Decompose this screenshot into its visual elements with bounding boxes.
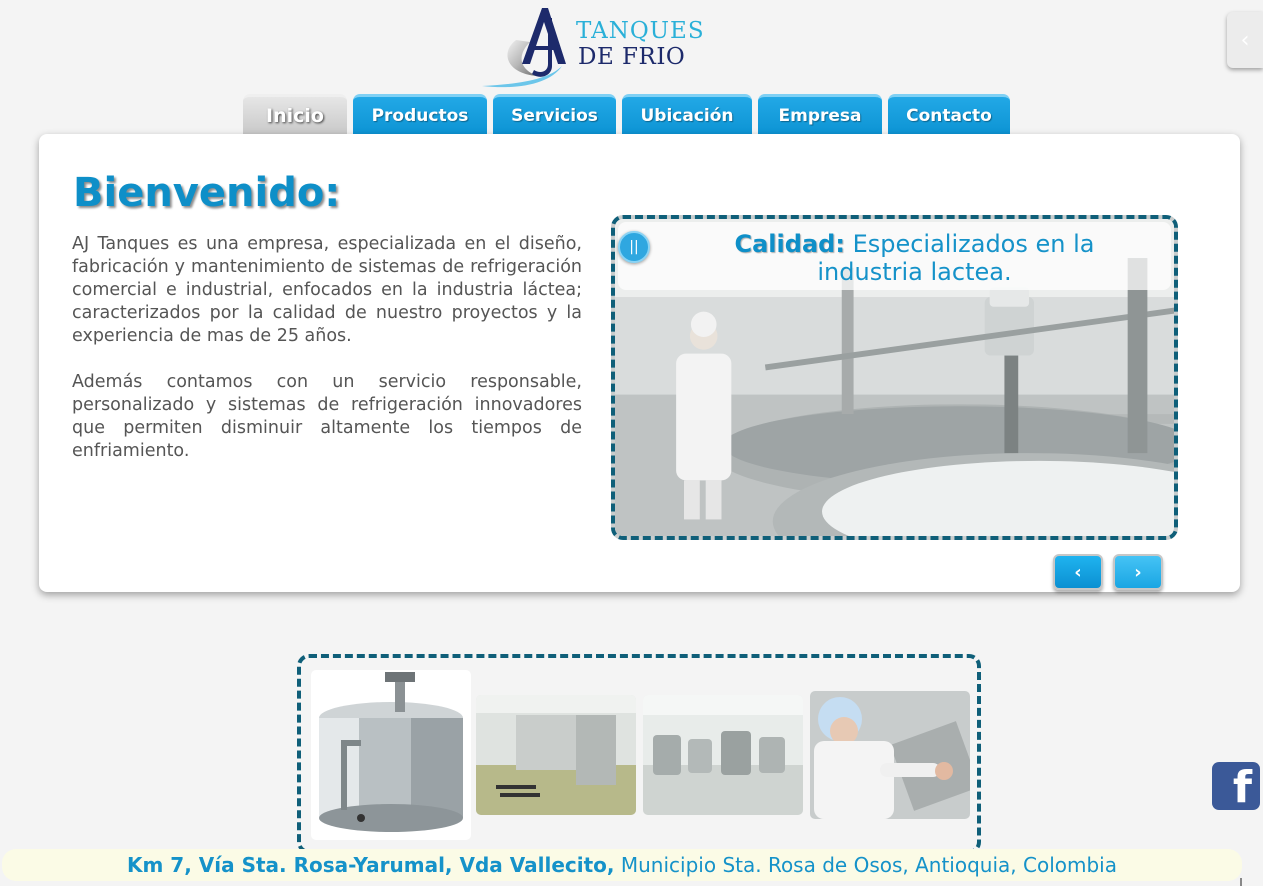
gallery-thumb-cold-room[interactable]: [476, 695, 636, 815]
resize-corner: [1240, 878, 1248, 886]
gallery-thumb-worker[interactable]: [810, 691, 970, 819]
tab-contacto[interactable]: Contacto: [888, 94, 1010, 134]
product-gallery: [297, 654, 981, 854]
intro-paragraph-1: AJ Tanques es una empresa, especializada…: [72, 234, 582, 346]
facebook-icon: f: [1232, 762, 1252, 810]
chevron-right-icon: ›: [1134, 561, 1142, 583]
brand-logo[interactable]: TANQUES DE FRIO: [478, 4, 708, 92]
chevron-left-icon: ‹: [1074, 561, 1082, 583]
chevron-left-icon: ‹: [1240, 27, 1250, 53]
address-bold: Km 7, Vía Sta. Rosa-Yarumal, Vda Valleci…: [127, 853, 615, 877]
main-nav: Inicio Productos Servicios Ubicación Emp…: [243, 94, 1010, 134]
gallery-thumb-tank-room[interactable]: [643, 695, 803, 815]
welcome-card: Bienvenido: AJ Tanques es una empresa, e…: [39, 134, 1240, 592]
cold-room-image: [476, 695, 636, 815]
tank-room-image: [643, 695, 803, 815]
gallery-thumb-cooling-tank[interactable]: [311, 670, 471, 840]
slider-prev-button[interactable]: ‹: [1053, 554, 1103, 590]
tab-ubicacion[interactable]: Ubicación: [622, 94, 752, 134]
image-slider[interactable]: Calidad: Especializados en la industria …: [611, 215, 1178, 540]
logo-text-line1: TANQUES: [576, 18, 705, 44]
side-panel-toggle[interactable]: ‹: [1227, 12, 1263, 68]
slide-caption: Calidad: Especializados en la industria …: [618, 222, 1171, 290]
page-title: Bienvenido:: [73, 170, 341, 216]
facebook-button[interactable]: f: [1212, 762, 1260, 810]
tab-productos[interactable]: Productos: [353, 94, 487, 134]
slider-next-button[interactable]: ›: [1113, 554, 1163, 590]
tab-servicios[interactable]: Servicios: [493, 94, 616, 134]
slide-caption-text: Especializados en la industria lactea.: [817, 230, 1095, 286]
pause-button[interactable]: ||: [618, 231, 650, 263]
intro-text: AJ Tanques es una empresa, especializada…: [72, 233, 582, 463]
logo-text-line2: DE FRIO: [578, 44, 686, 70]
tab-inicio[interactable]: Inicio: [243, 94, 347, 134]
cooling-tank-image: [311, 670, 471, 840]
intro-paragraph-2: Además contamos con un servicio responsa…: [72, 372, 582, 461]
slide-caption-bold: Calidad:: [734, 230, 845, 258]
worker-image: [810, 691, 970, 819]
tab-empresa[interactable]: Empresa: [758, 94, 882, 134]
footer-address: Km 7, Vía Sta. Rosa-Yarumal, Vda Valleci…: [2, 849, 1242, 881]
logo-mark-icon: [482, 8, 566, 88]
pause-icon: ||: [629, 239, 639, 255]
address-rest: Municipio Sta. Rosa de Osos, Antioquia, …: [620, 853, 1117, 877]
